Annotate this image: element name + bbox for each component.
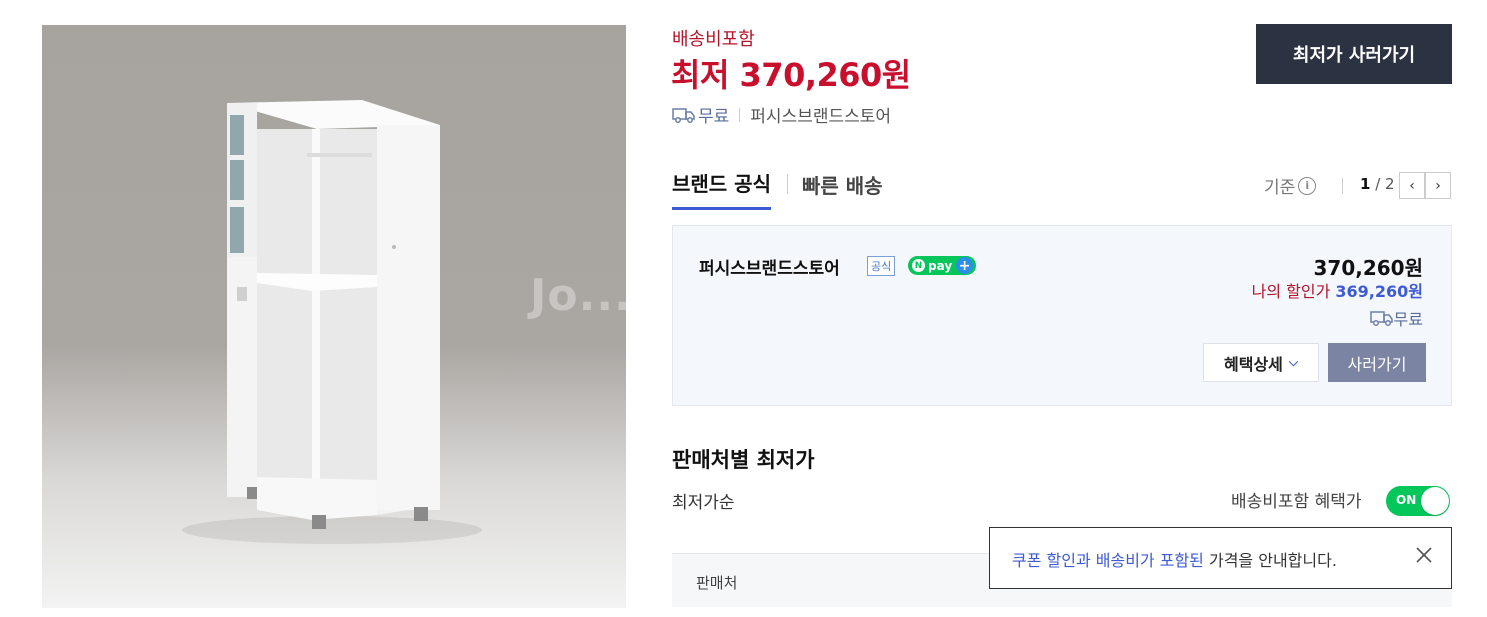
info-icon: i — [1298, 176, 1317, 195]
my-discount-price: 나의 할인가 369,260원 — [1252, 278, 1423, 302]
criteria-label: 기준 — [1264, 178, 1296, 198]
tab-bar: 브랜드 공식 빠른 배송 — [672, 168, 883, 210]
shipping-included-label: 배송비포함 — [672, 29, 755, 50]
tab-fast-delivery[interactable]: 빠른 배송 — [802, 170, 883, 209]
my-discount-value: 369,260원 — [1335, 282, 1423, 301]
shipping-row: 무료 퍼시스브랜드스토어 — [672, 102, 891, 127]
include-shipping-toggle[interactable]: ON — [1386, 486, 1450, 516]
plus-icon: + — [956, 257, 974, 274]
toggle-on-label: ON — [1396, 493, 1417, 507]
chevron-left-icon: ‹ — [1409, 177, 1415, 194]
watermark: Jo... — [530, 270, 632, 321]
my-discount-label: 나의 할인가 — [1251, 282, 1331, 301]
tooltip-highlight: 쿠폰 할인과 배송비가 포함된 — [1012, 551, 1204, 570]
truck-icon — [1369, 311, 1393, 326]
npay-badge: N pay + — [908, 256, 976, 275]
lowest-prefix: 최저 — [671, 56, 729, 94]
tab-divider — [786, 174, 788, 194]
price-info-tooltip: 쿠폰 할인과 배송비가 포함된 가격을 안내합니다. — [989, 527, 1452, 589]
lowest-value: 370,260원 — [739, 56, 912, 94]
seller-column-header: 판매처 — [696, 574, 738, 592]
tab-brand-official[interactable]: 브랜드 공식 — [672, 168, 771, 210]
sort-option[interactable]: 최저가순 — [672, 488, 735, 513]
next-page-button[interactable]: › — [1425, 172, 1451, 199]
card-shipping: 무료 — [1369, 306, 1423, 330]
benefit-detail-button[interactable]: 혜택상세 ⌵ — [1203, 343, 1319, 382]
naver-n-icon: N — [912, 259, 925, 272]
buy-lowest-button[interactable]: 최저가 사러가기 — [1256, 24, 1452, 84]
seller-section-title: 판매처별 최저가 — [672, 448, 815, 472]
card-shipping-free: 무료 — [1393, 310, 1423, 329]
pager-indicator: 1 / 2 — [1360, 175, 1395, 193]
npay-label: pay — [928, 258, 953, 273]
lowest-price: 최저 370,260원 — [671, 50, 911, 96]
pager-current: 1 — [1360, 175, 1371, 193]
toggle-knob — [1421, 487, 1449, 515]
official-badge: 공식 — [867, 256, 896, 276]
criteria-info[interactable]: 기준 i — [1264, 173, 1317, 198]
tooltip-rest: 가격을 안내합니다. — [1203, 551, 1337, 570]
pager-divider — [1342, 178, 1343, 194]
buy-button[interactable]: 사러가기 — [1328, 343, 1426, 382]
card-store-name[interactable]: 퍼시스브랜드스토어 — [699, 254, 840, 279]
benefit-detail-label: 혜택상세 — [1224, 354, 1283, 374]
close-icon[interactable] — [1413, 544, 1435, 566]
divider — [739, 107, 741, 122]
truck-icon — [672, 107, 695, 123]
chevron-down-icon: ⌵ — [1288, 355, 1298, 369]
chevron-right-icon: › — [1435, 177, 1441, 194]
tooltip-message: 쿠폰 할인과 배송비가 포함된 가격을 안내합니다. — [1012, 547, 1337, 571]
include-shipping-label: 배송비포함 혜택가 — [1231, 492, 1362, 512]
prev-page-button[interactable]: ‹ — [1399, 172, 1425, 199]
store-name-link[interactable]: 퍼시스브랜드스토어 — [750, 102, 891, 127]
shipping-free: 무료 — [698, 107, 730, 127]
pager-total: / 2 — [1375, 175, 1395, 193]
store-offer-card: 퍼시스브랜드스토어 공식 N pay + 370,260원 나의 할인가 369… — [672, 225, 1452, 406]
card-price: 370,260원 — [1313, 256, 1424, 280]
